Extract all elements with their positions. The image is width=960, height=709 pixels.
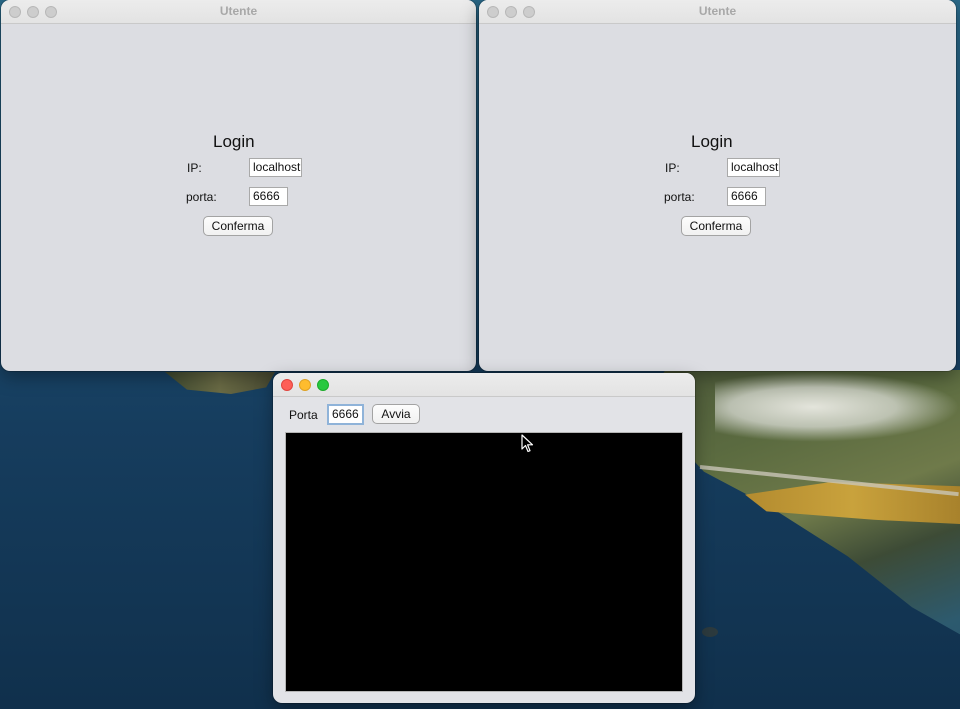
titlebar[interactable] — [273, 373, 695, 397]
wallpaper-islet — [165, 372, 275, 394]
ip-label: IP: — [187, 161, 202, 175]
server-window[interactable]: Porta 6666 Avvia — [273, 373, 695, 703]
titlebar[interactable]: Utente — [1, 0, 476, 24]
port-label: porta: — [186, 190, 217, 204]
login-window-1[interactable]: Utente Login IP: localhost porta: 6666 C… — [1, 0, 476, 371]
close-icon[interactable] — [281, 379, 293, 391]
start-button[interactable]: Avvia — [372, 404, 420, 424]
window-title: Utente — [698, 4, 737, 18]
titlebar[interactable]: Utente — [479, 0, 956, 24]
ip-input[interactable]: localhost — [727, 158, 780, 177]
login-window-2[interactable]: Utente Login IP: localhost porta: 6666 C… — [479, 0, 956, 371]
port-label: Porta — [289, 408, 318, 422]
port-label: porta: — [664, 190, 695, 204]
port-input[interactable]: 6666 — [327, 404, 364, 425]
zoom-icon[interactable] — [317, 379, 329, 391]
login-heading: Login — [691, 132, 733, 151]
confirm-button[interactable]: Conferma — [203, 216, 273, 236]
wallpaper-rock — [702, 627, 718, 637]
mouse-pointer-icon — [521, 434, 534, 453]
wallpaper-clouds — [715, 372, 960, 442]
window-title: Utente — [219, 4, 258, 18]
ip-label: IP: — [665, 161, 680, 175]
confirm-button[interactable]: Conferma — [681, 216, 751, 236]
ip-input[interactable]: localhost — [249, 158, 302, 177]
port-input[interactable]: 6666 — [727, 187, 766, 206]
log-console[interactable] — [285, 432, 683, 692]
port-input[interactable]: 6666 — [249, 187, 288, 206]
login-heading: Login — [213, 132, 255, 151]
minimize-icon[interactable] — [299, 379, 311, 391]
